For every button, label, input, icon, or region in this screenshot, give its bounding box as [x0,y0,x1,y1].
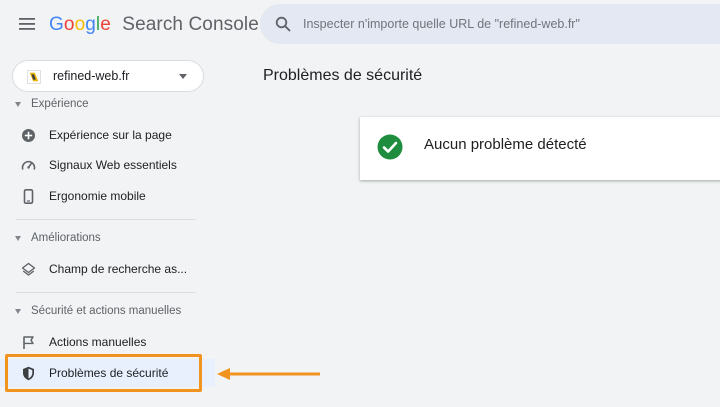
sidebar-item-mobile-usability[interactable]: Ergonomie mobile [0,182,215,210]
sidebar-item-sitelinks-searchbox[interactable]: Champ de recherche as... [0,255,215,283]
section-title: Sécurité et actions manuelles [31,305,182,317]
logo-letter: G [49,14,64,35]
sidebar-item-page-experience[interactable]: Expérience sur la page [0,121,215,149]
page-title: Problèmes de sécurité [263,67,423,84]
status-card: Aucun problème détecté [360,117,720,180]
status-message: Aucun problème détecté [424,136,587,153]
sidebar-item-manual-actions[interactable]: Actions manuelles [0,328,215,356]
plus-circle-icon [22,129,35,142]
logo-letter: g [85,14,96,35]
section-header-experience[interactable]: Expérience [0,96,215,114]
section-header-enhancements[interactable]: Améliorations [0,230,215,248]
shield-icon [23,366,34,381]
logo-letter: o [74,14,86,35]
sidebar: refined-web.fr Expérience Expérience sur… [0,52,215,407]
property-name: refined-web.fr [53,69,130,83]
site-favicon-icon [27,70,41,84]
logo-letter: o [63,14,75,35]
check-circle-icon [377,134,403,160]
property-selector[interactable]: refined-web.fr [12,60,204,92]
search-icon [275,16,291,32]
collapse-triangle-icon [15,309,21,314]
sidebar-divider [16,219,196,220]
product-name: Search Console [122,14,259,35]
annotation-arrow-icon [217,368,320,380]
speedometer-icon [21,160,36,170]
smartphone-icon [23,189,34,204]
sidebar-item-label: Ergonomie mobile [49,189,146,203]
sidebar-divider [16,292,196,293]
flag-icon [23,336,34,349]
layers-icon [21,262,36,276]
logo-letter: e [100,14,111,35]
sidebar-item-core-web-vitals[interactable]: Signaux Web essentiels [0,151,215,179]
section-title: Améliorations [31,232,101,244]
url-inspection-input[interactable] [303,14,703,34]
sidebar-item-label: Champ de recherche as... [49,262,188,276]
hamburger-menu-icon[interactable] [19,17,35,31]
collapse-triangle-icon [15,236,21,241]
section-header-security-manual-actions[interactable]: Sécurité et actions manuelles [0,303,215,321]
sidebar-item-label: Problèmes de sécurité [49,366,169,380]
google-wordmark: Google [49,14,116,35]
sidebar-item-label: Signaux Web essentiels [49,158,177,172]
sidebar-item-label: Expérience sur la page [49,128,172,142]
top-bar: Google Search Console [0,0,720,52]
section-title: Expérience [31,98,89,110]
sidebar-item-security-issues[interactable]: Problèmes de sécurité [0,359,215,387]
collapse-triangle-icon [15,102,21,107]
chevron-down-icon [179,74,187,79]
sidebar-item-label: Actions manuelles [49,335,147,349]
url-inspection-search-bar[interactable] [260,4,720,44]
google-search-console-logo[interactable]: Google Search Console [49,14,259,36]
